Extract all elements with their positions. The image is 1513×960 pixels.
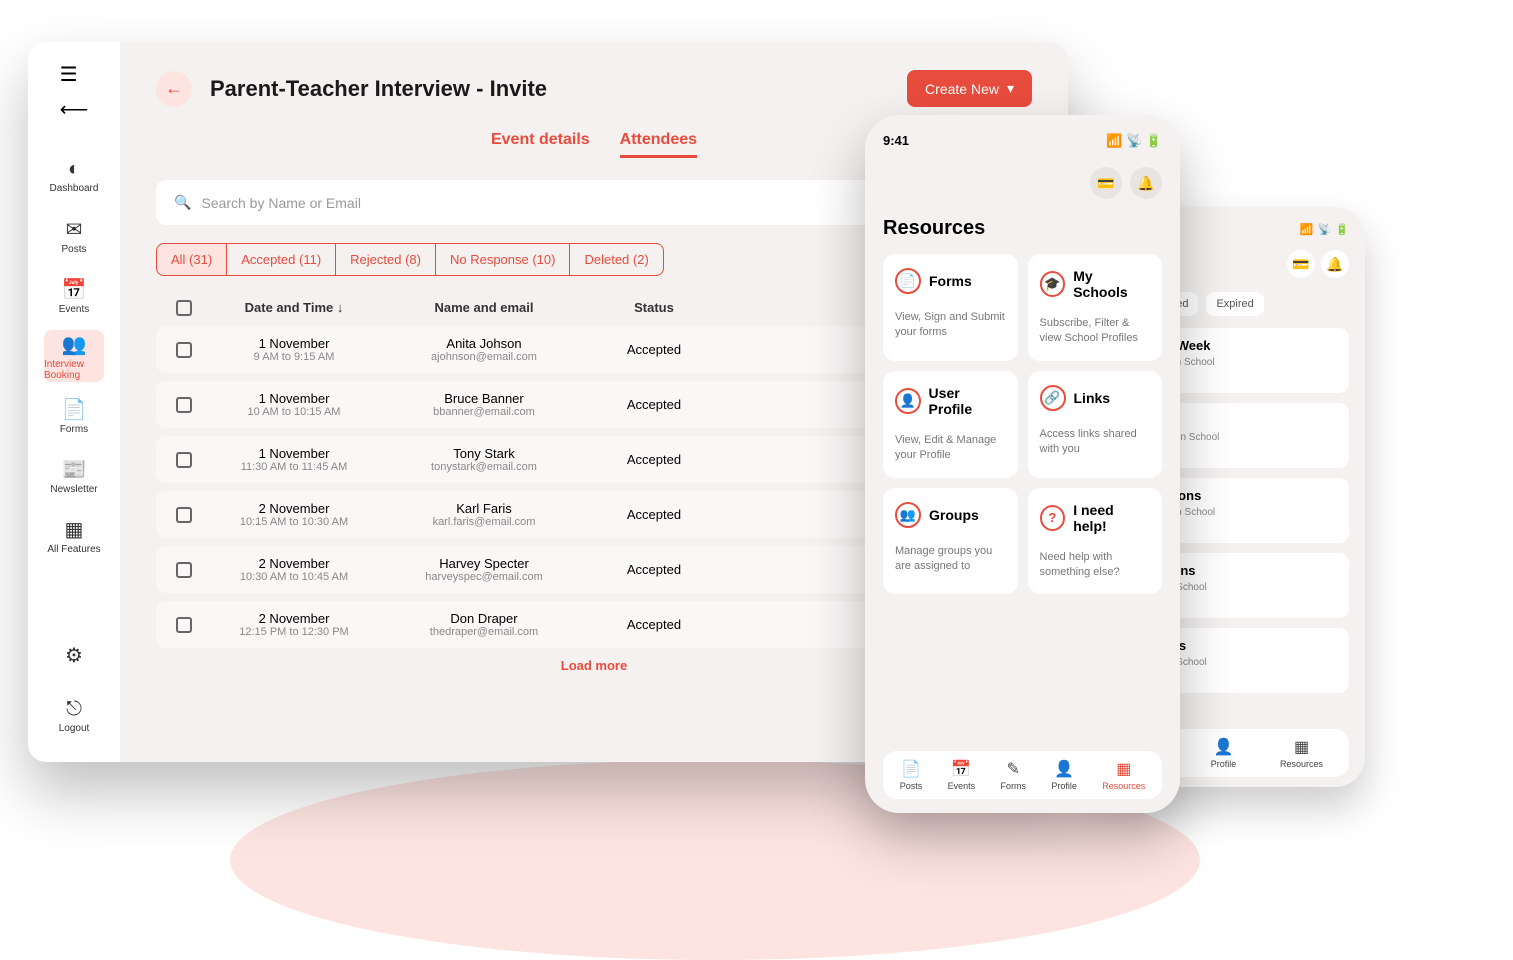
resource-icon: 👥 <box>895 502 921 528</box>
checkbox[interactable] <box>176 342 192 358</box>
gear-icon: ⚙ <box>65 643 83 668</box>
col-status[interactable]: Status <box>584 300 724 316</box>
bell-icon[interactable]: 🔔 <box>1130 167 1162 199</box>
signal-icon: 📶 <box>1300 223 1314 236</box>
create-label: Create New <box>925 81 999 97</box>
resource-card[interactable]: 🎓My SchoolsSubscribe, Filter & view Scho… <box>1028 254 1163 361</box>
sidebar-item-posts[interactable]: ✉ Posts <box>44 210 104 262</box>
wifi-icon: 📡 <box>1318 223 1332 236</box>
sidebar-label: Forms <box>60 424 88 435</box>
resource-icon: 👤 <box>895 388 921 414</box>
card-icon[interactable]: 💳 <box>1090 167 1122 199</box>
sidebar-label: Events <box>59 304 90 315</box>
resources-title: Resources <box>883 217 1162 240</box>
grid-icon: ▦ <box>1294 737 1309 757</box>
sidebar-label: Newsletter <box>50 484 97 495</box>
sidebar-item-logout[interactable]: ⎋ Logout <box>44 690 104 742</box>
bottom-nav: 📄Posts 📅Events ✎Forms 👤Profile ▦Resource… <box>883 751 1162 799</box>
col-date[interactable]: Date and Time ↓ <box>204 300 384 316</box>
resource-icon: ? <box>1040 505 1066 531</box>
back-button[interactable]: ← <box>156 71 192 107</box>
search-icon: 🔍 <box>174 194 191 211</box>
events-icon: 📅 <box>951 759 971 779</box>
sidebar-item-forms[interactable]: 📄 Forms <box>44 390 104 442</box>
resource-icon: 🎓 <box>1040 271 1066 297</box>
profile-icon: 👤 <box>1214 737 1234 757</box>
resource-card[interactable]: ?I need help!Need help with something el… <box>1028 488 1163 595</box>
sidebar: ☰ ⟵ ◐ Dashboard ✉ Posts 📅 Events 👥Interview… <box>28 42 120 762</box>
filter-accepted[interactable]: Accepted (11) <box>227 243 336 276</box>
nav-profile[interactable]: 👤Profile <box>1211 737 1237 769</box>
nav-events[interactable]: 📅Events <box>948 759 976 791</box>
card-icon[interactable]: 💳 <box>1287 250 1315 278</box>
profile-icon: 👤 <box>1054 759 1074 779</box>
sidebar-item-interview-booking[interactable]: 👥Interview Booking <box>44 330 104 382</box>
checkbox-all[interactable] <box>176 300 192 316</box>
create-new-button[interactable]: Create New ▾ <box>907 70 1032 107</box>
sidebar-item-dashboard[interactable]: ◐ Dashboard <box>44 150 104 202</box>
sidebar-item-newsletter[interactable]: 📰 Newsletter <box>44 450 104 502</box>
bell-icon[interactable]: 🔔 <box>1321 250 1349 278</box>
clock: 9:41 <box>883 133 909 149</box>
wifi-icon: 📡 <box>1126 133 1142 148</box>
resource-icon: 🔗 <box>1040 385 1066 411</box>
sidebar-label: All Features <box>47 544 100 555</box>
people-icon: 👥 <box>62 332 87 357</box>
resource-card[interactable]: 👥GroupsManage groups you are assigned to <box>883 488 1018 595</box>
logout-icon: ⎋ <box>66 698 82 721</box>
sidebar-label: Interview Booking <box>44 359 104 381</box>
sidebar-item-settings[interactable]: ⚙ <box>44 630 104 682</box>
document-icon: 📄 <box>62 397 87 422</box>
phone-resources: 9:41 📶 📡 🔋 💳 🔔 Resources 📄FormsView, Sig… <box>865 115 1180 813</box>
filter-no-response[interactable]: No Response (10) <box>436 243 571 276</box>
grid-icon: ▦ <box>1116 759 1131 779</box>
battery-icon: 🔋 <box>1335 223 1349 236</box>
forms-icon: ✎ <box>1007 759 1020 779</box>
filter-rejected[interactable]: Rejected (8) <box>336 243 436 276</box>
resource-icon: 📄 <box>895 268 921 294</box>
battery-icon: 🔋 <box>1146 133 1162 148</box>
nav-forms[interactable]: ✎Forms <box>1000 759 1026 791</box>
grid-icon: ▦ <box>65 517 84 542</box>
resource-card[interactable]: 🔗LinksAccess links shared with you <box>1028 371 1163 478</box>
sidebar-label: Dashboard <box>50 183 99 194</box>
resource-card[interactable]: 👤User ProfileView, Edit & Manage your Pr… <box>883 371 1018 478</box>
tab-event-details[interactable]: Event details <box>491 131 590 158</box>
search-placeholder: Search by Name or Email <box>201 195 361 211</box>
nav-resources[interactable]: ▦Resources <box>1280 737 1323 769</box>
posts-icon: 📄 <box>901 759 921 779</box>
collapse-icon[interactable]: ⟵ <box>60 97 89 122</box>
dashboard-icon: ◐ <box>68 158 80 181</box>
signal-icon: 📶 <box>1106 133 1122 148</box>
chip-expired[interactable]: Expired <box>1206 292 1263 316</box>
chevron-down-icon: ▾ <box>1007 80 1014 97</box>
nav-resources[interactable]: ▦Resources <box>1102 759 1145 791</box>
nav-posts[interactable]: 📄Posts <box>900 759 923 791</box>
nav-profile[interactable]: 👤Profile <box>1051 759 1077 791</box>
sidebar-item-all-features[interactable]: ▦ All Features <box>44 510 104 562</box>
checkbox[interactable] <box>176 452 192 468</box>
newspaper-icon: 📰 <box>62 457 87 482</box>
tab-attendees[interactable]: Attendees <box>620 131 697 158</box>
mail-icon: ✉ <box>66 217 83 242</box>
resource-card[interactable]: 📄FormsView, Sign and Submit your forms <box>883 254 1018 361</box>
col-name[interactable]: Name and email <box>384 300 584 316</box>
sidebar-label: Posts <box>61 244 86 255</box>
menu-icon[interactable]: ☰ <box>60 62 89 87</box>
checkbox[interactable] <box>176 617 192 633</box>
page-title: Parent-Teacher Interview - Invite <box>210 76 547 102</box>
filter-deleted[interactable]: Deleted (2) <box>570 243 663 276</box>
filter-all[interactable]: All (31) <box>156 243 227 276</box>
checkbox[interactable] <box>176 397 192 413</box>
sidebar-label: Logout <box>59 723 90 734</box>
checkbox[interactable] <box>176 562 192 578</box>
calendar-icon: 📅 <box>62 277 87 302</box>
checkbox[interactable] <box>176 507 192 523</box>
sidebar-item-events[interactable]: 📅 Events <box>44 270 104 322</box>
